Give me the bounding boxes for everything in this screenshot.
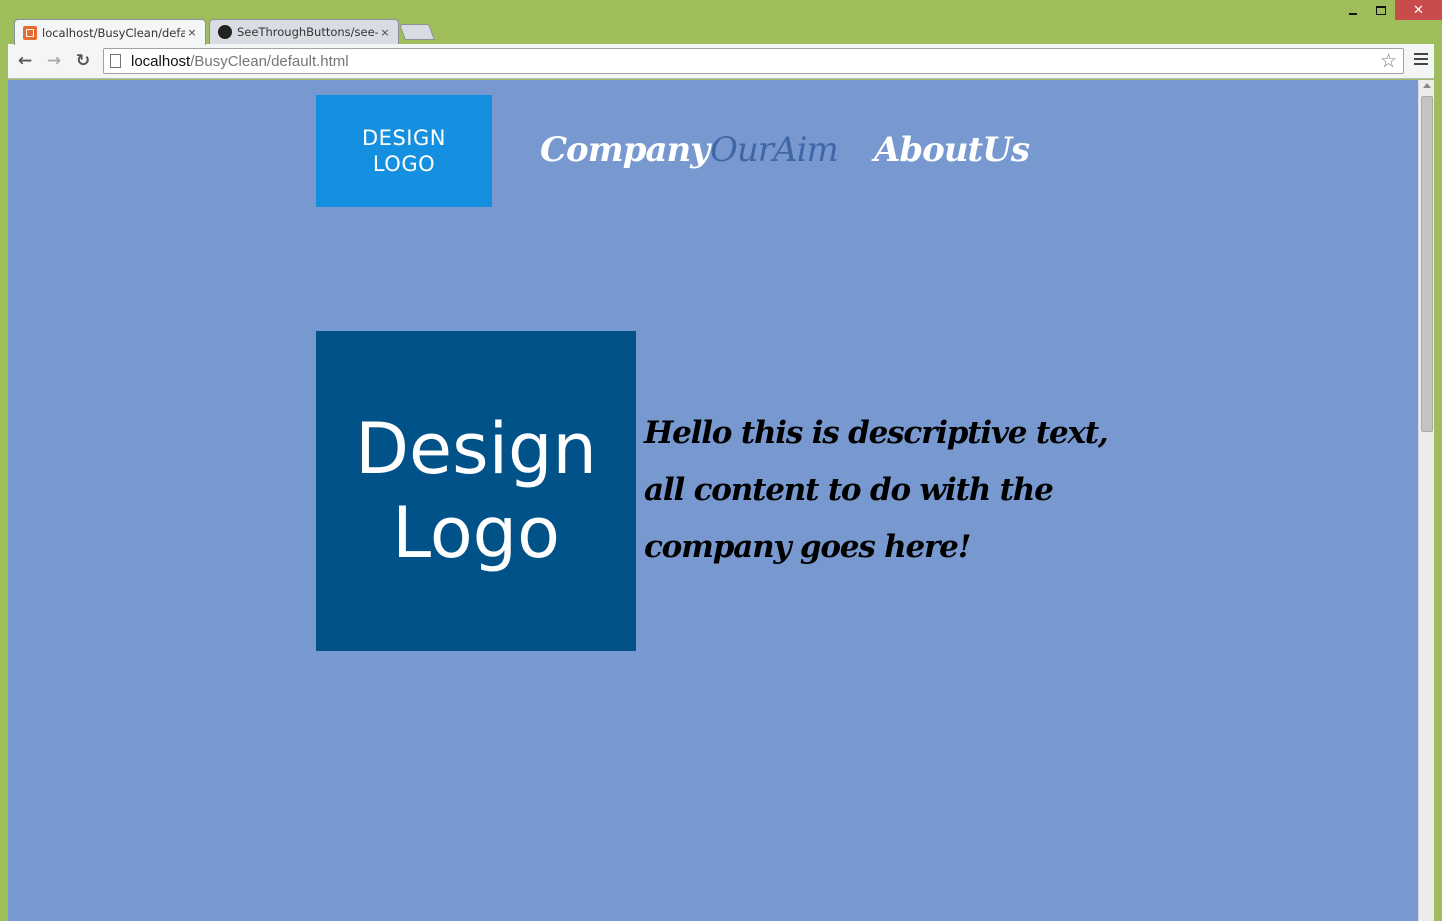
close-window-button[interactable]: ✕ [1395,0,1442,20]
main-logo: Design Logo [316,331,636,651]
nav-link-aboutus[interactable]: AboutUs [874,130,1030,170]
reload-button[interactable]: ↻ [72,51,94,71]
tab-title: localhost/BusyClean/defa [42,25,185,40]
forward-arrow-icon: → [46,51,62,71]
nav-link-company[interactable]: Company [540,130,710,170]
description-text: Hello this is descriptive text, all cont… [644,415,1109,565]
back-button[interactable]: ← [14,51,36,71]
page-icon [110,54,121,68]
bookmark-star-icon[interactable]: ☆ [1380,50,1397,73]
url-path: /BusyClean/default.html [190,52,349,70]
scroll-up-arrow-icon[interactable] [1423,83,1431,88]
tab-strip: localhost/BusyClean/defa × SeeThroughBut… [8,18,1434,45]
header-logo-text: DESIGN LOGO [362,126,446,176]
url-host: localhost [131,52,191,70]
maximize-button[interactable] [1367,0,1395,20]
browser-window: ✕ localhost/BusyClean/defa × SeeThroughB… [0,0,1442,921]
maximize-icon [1376,5,1386,15]
back-arrow-icon: ← [17,51,33,71]
vertical-scrollbar[interactable] [1418,80,1434,921]
github-icon [218,25,232,39]
xampp-icon [23,25,37,40]
scroll-thumb[interactable] [1421,96,1433,432]
main-logo-text: Design Logo [355,408,597,574]
forward-button[interactable]: → [43,51,65,71]
close-tab-icon[interactable]: × [185,26,199,39]
tab-title: SeeThroughButtons/see-t [237,25,378,39]
tab-localhost[interactable]: localhost/BusyClean/defa × [14,19,206,45]
browser-toolbar: ← → ↻ localhost/BusyClean/default.html ☆ [8,44,1434,79]
close-tab-icon[interactable]: × [378,26,392,39]
chrome-menu-icon[interactable] [1414,53,1428,68]
minimize-icon [1349,13,1357,15]
tab-seethroughbuttons[interactable]: SeeThroughButtons/see-t × [209,19,399,44]
page-viewport: DESIGN LOGO Company OurAim AboutUs Desig… [8,80,1434,921]
new-tab-button[interactable] [399,24,435,40]
reload-icon: ↻ [75,51,91,71]
nav-link-ouraim[interactable]: OurAim [710,130,839,170]
minimize-button[interactable] [1339,0,1367,20]
address-bar[interactable]: localhost/BusyClean/default.html ☆ [103,48,1404,74]
header-logo[interactable]: DESIGN LOGO [316,95,492,207]
